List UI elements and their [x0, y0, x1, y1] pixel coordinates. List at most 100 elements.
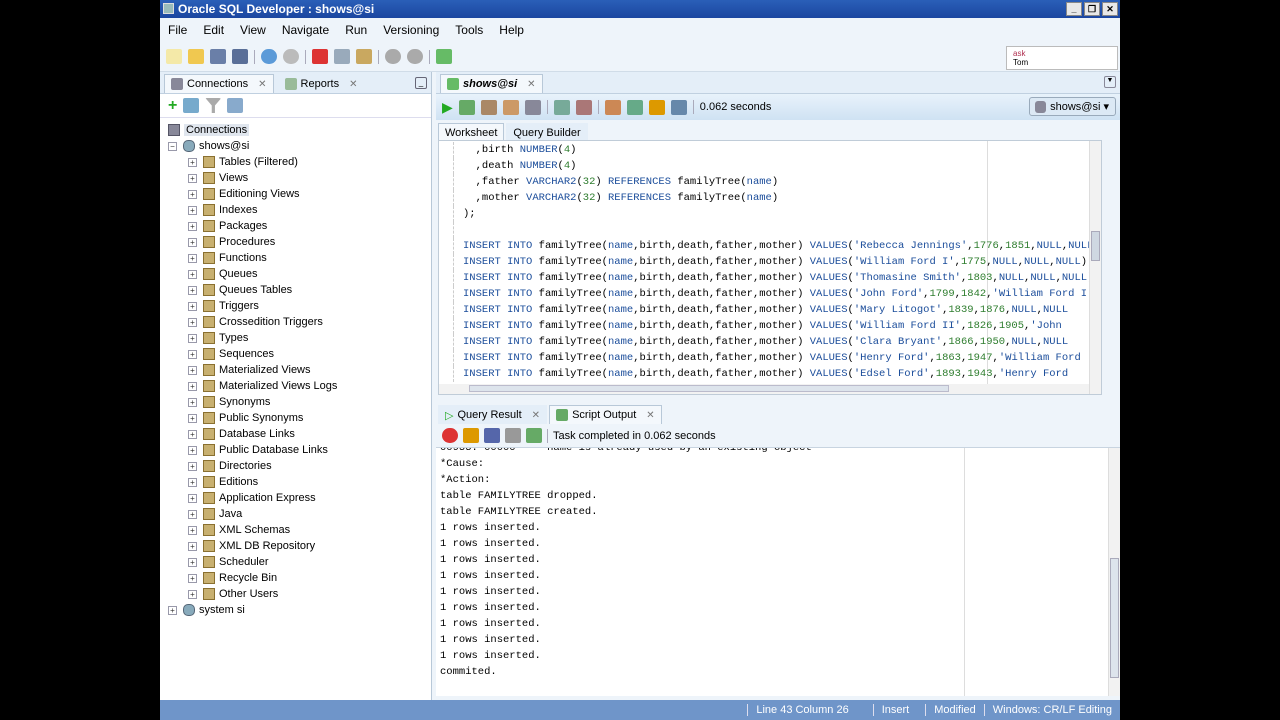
editor-horizontal-scrollbar[interactable]: [439, 384, 1089, 394]
save-icon[interactable]: [210, 49, 226, 64]
expand-icon[interactable]: +: [188, 429, 197, 439]
save-icon[interactable]: [484, 428, 500, 443]
rollback-icon[interactable]: [575, 99, 592, 115]
print-icon[interactable]: [505, 428, 521, 443]
tree-item[interactable]: + Queues Tables: [160, 282, 431, 298]
tree-item[interactable]: + Tables (Filtered): [160, 154, 431, 170]
tree-root-connections[interactable]: Connections: [160, 122, 431, 138]
run-statement-icon[interactable]: ▶: [442, 99, 453, 116]
expand-icon[interactable]: +: [188, 461, 197, 471]
tab-worksheet-shows[interactable]: shows@si ✕: [440, 74, 543, 93]
tree-item[interactable]: + Application Express: [160, 490, 431, 506]
expand-icon[interactable]: +: [188, 301, 197, 311]
tree-connection-shows[interactable]: − shows@si: [160, 138, 431, 154]
close-icon[interactable]: ✕: [527, 79, 535, 90]
close-icon[interactable]: ✕: [646, 410, 654, 421]
expand-icon[interactable]: +: [188, 269, 197, 279]
case-icon[interactable]: [626, 99, 643, 115]
menu-help[interactable]: Help: [499, 23, 524, 37]
expand-icon[interactable]: +: [188, 493, 197, 503]
history-icon[interactable]: [670, 99, 687, 115]
menu-versioning[interactable]: Versioning: [383, 23, 439, 37]
tree-item[interactable]: + Database Links: [160, 426, 431, 442]
expand-icon[interactable]: +: [188, 157, 197, 167]
schema-browser-icon[interactable]: [227, 98, 244, 113]
undo-icon[interactable]: [261, 49, 277, 64]
menu-view[interactable]: View: [240, 23, 266, 37]
connection-selector[interactable]: shows@si ▾: [1029, 97, 1116, 116]
expand-icon[interactable]: +: [188, 541, 197, 551]
sql-editor[interactable]: ,birth NUMBER(4) ,death NUMBER(4) ,fathe…: [438, 140, 1102, 395]
pin-icon[interactable]: [442, 428, 458, 443]
expand-icon[interactable]: +: [188, 525, 197, 535]
tree-item[interactable]: + Other Users: [160, 586, 431, 602]
paste-icon[interactable]: [356, 49, 372, 64]
filter-icon[interactable]: [205, 98, 222, 113]
tree-item[interactable]: + Packages: [160, 218, 431, 234]
tree-item[interactable]: + Editions: [160, 474, 431, 490]
expand-icon[interactable]: +: [188, 477, 197, 487]
tree-item[interactable]: + Scheduler: [160, 554, 431, 570]
expand-icon[interactable]: +: [188, 445, 197, 455]
copy-icon[interactable]: [334, 49, 350, 64]
scroll-thumb[interactable]: [1091, 231, 1100, 261]
tab-reports[interactable]: Reports ✕: [277, 74, 365, 93]
tree-item[interactable]: + Procedures: [160, 234, 431, 250]
script-icon[interactable]: [526, 428, 542, 443]
close-icon[interactable]: ✕: [349, 79, 357, 90]
maximize-button[interactable]: ❐: [1084, 2, 1100, 16]
tab-script-output[interactable]: Script Output ✕: [549, 405, 662, 424]
tree-item[interactable]: + Crossedition Triggers: [160, 314, 431, 330]
minimize-panel-icon[interactable]: _: [415, 77, 427, 89]
tree-item[interactable]: + Materialized Views: [160, 362, 431, 378]
expand-icon[interactable]: +: [188, 589, 197, 599]
minimize-button[interactable]: _: [1066, 2, 1082, 16]
collapse-icon[interactable]: −: [168, 141, 177, 151]
menu-tools[interactable]: Tools: [455, 23, 483, 37]
clear-icon[interactable]: [648, 99, 665, 115]
expand-icon[interactable]: +: [188, 573, 197, 583]
tree-item[interactable]: + Triggers: [160, 298, 431, 314]
tree-item[interactable]: + Editioning Views: [160, 186, 431, 202]
expand-icon[interactable]: +: [188, 349, 197, 359]
back-icon[interactable]: [385, 49, 401, 64]
cut-icon[interactable]: [312, 49, 328, 64]
tree-item[interactable]: + XML DB Repository: [160, 538, 431, 554]
tree-item[interactable]: + Types: [160, 330, 431, 346]
close-icon[interactable]: ✕: [532, 410, 540, 421]
sql-tuning-icon[interactable]: [524, 99, 541, 115]
expand-icon[interactable]: +: [188, 413, 197, 423]
explain-plan-icon[interactable]: [502, 99, 519, 115]
tab-connections[interactable]: Connections ✕: [164, 74, 274, 93]
scroll-thumb[interactable]: [469, 385, 949, 392]
expand-icon[interactable]: +: [188, 205, 197, 215]
autotrace-icon[interactable]: [480, 99, 497, 115]
tree-item[interactable]: + Sequences: [160, 346, 431, 362]
expand-icon[interactable]: +: [188, 237, 197, 247]
expand-icon[interactable]: +: [168, 605, 177, 615]
tree-item[interactable]: + Synonyms: [160, 394, 431, 410]
editor-vertical-scrollbar[interactable]: [1089, 141, 1101, 394]
commit-icon[interactable]: [553, 99, 570, 115]
tree-item[interactable]: + XML Schemas: [160, 522, 431, 538]
close-button[interactable]: ✕: [1102, 2, 1118, 16]
add-connection-icon[interactable]: +: [168, 97, 177, 115]
expand-icon[interactable]: +: [188, 365, 197, 375]
tree-item[interactable]: + Java: [160, 506, 431, 522]
scroll-thumb[interactable]: [1110, 558, 1119, 678]
tree-item[interactable]: + Indexes: [160, 202, 431, 218]
run-script-icon[interactable]: [458, 99, 475, 115]
redo-icon[interactable]: [283, 49, 299, 64]
open-icon[interactable]: [188, 49, 204, 64]
sql-worksheet-icon[interactable]: [436, 49, 452, 64]
close-icon[interactable]: ✕: [258, 79, 266, 90]
tree-item[interactable]: + Recycle Bin: [160, 570, 431, 586]
menu-edit[interactable]: Edit: [203, 23, 224, 37]
unshared-sql-icon[interactable]: [604, 99, 621, 115]
tree-item[interactable]: + Functions: [160, 250, 431, 266]
expand-icon[interactable]: +: [188, 397, 197, 407]
expand-icon[interactable]: +: [188, 317, 197, 327]
expand-icon[interactable]: +: [188, 189, 197, 199]
new-icon[interactable]: [166, 49, 182, 64]
tree-item[interactable]: + Materialized Views Logs: [160, 378, 431, 394]
